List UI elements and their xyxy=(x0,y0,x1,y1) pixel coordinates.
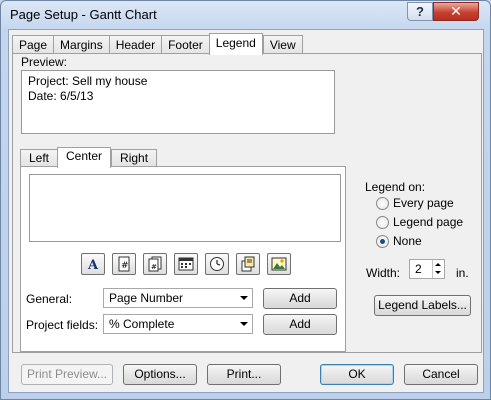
project-fields-select[interactable]: % Complete xyxy=(103,314,253,334)
radio-every-page-indicator[interactable] xyxy=(376,196,389,210)
tab-left[interactable]: Left xyxy=(20,149,58,167)
radio-legend-page-indicator[interactable] xyxy=(376,215,389,229)
insert-page-number-icon[interactable]: # xyxy=(112,253,136,275)
spinner-up-icon[interactable] xyxy=(435,263,441,266)
tab-margins[interactable]: Margins xyxy=(53,35,109,55)
legend-tab-panel: Preview: Project: Sell my house Date: 6/… xyxy=(12,53,482,353)
print-button[interactable]: Print... xyxy=(207,364,281,385)
general-add-button[interactable]: Add xyxy=(263,288,337,309)
tab-right[interactable]: Right xyxy=(111,149,158,167)
insert-current-time-icon[interactable] xyxy=(205,253,229,275)
preview-label: Preview: xyxy=(21,55,68,69)
dialog-body: Page Margins Header Footer Legend View P… xyxy=(8,29,484,393)
spinner-down-icon[interactable] xyxy=(435,271,441,274)
legend-on-label: Legend on: xyxy=(365,180,426,194)
preview-line-project: Project: Sell my house xyxy=(28,74,148,88)
width-value[interactable]: 2 xyxy=(415,262,422,276)
tab-page[interactable]: Page xyxy=(12,35,54,55)
project-fields-select-value: % Complete xyxy=(109,317,175,331)
radio-every-page-label: Every page xyxy=(393,196,454,210)
tab-center[interactable]: Center xyxy=(57,147,112,168)
cancel-button[interactable]: Cancel xyxy=(404,364,478,385)
insert-file-name-icon[interactable] xyxy=(236,253,260,275)
svg-text:#: # xyxy=(151,263,157,271)
width-spinner[interactable]: 2 xyxy=(409,259,445,279)
ok-button[interactable]: OK xyxy=(320,364,394,385)
general-select-value: Page Number xyxy=(109,291,184,305)
alignment-panel: A # # General: Page Number Add Project f… xyxy=(20,166,346,352)
insert-toolbar: A # # xyxy=(81,253,291,275)
legend-text-area[interactable] xyxy=(29,174,341,242)
general-select[interactable]: Page Number xyxy=(103,288,253,308)
close-button[interactable]: ✕ xyxy=(433,2,479,21)
spinner-buttons[interactable] xyxy=(432,260,444,278)
width-label: Width: xyxy=(366,266,401,280)
project-fields-label: Project fields: xyxy=(26,318,99,332)
chevron-down-icon xyxy=(240,296,248,300)
preview-line-date: Date: 6/5/13 xyxy=(28,89,94,103)
radio-none-label: None xyxy=(393,234,422,248)
chevron-down-icon xyxy=(240,322,248,326)
tab-header[interactable]: Header xyxy=(108,35,162,55)
radio-legend-page[interactable]: Legend page xyxy=(376,215,463,229)
dialog-title: Page Setup - Gantt Chart xyxy=(10,7,157,22)
general-label: General: xyxy=(26,292,73,306)
insert-current-date-icon[interactable] xyxy=(174,253,198,275)
radio-legend-page-label: Legend page xyxy=(393,215,464,229)
radio-every-page[interactable]: Every page xyxy=(376,196,454,210)
insert-total-pages-icon[interactable]: # xyxy=(143,253,167,275)
svg-text:#: # xyxy=(121,261,129,271)
preview-box: Project: Sell my house Date: 6/5/13 xyxy=(21,70,335,134)
tab-footer[interactable]: Footer xyxy=(161,35,209,55)
width-unit: in. xyxy=(456,266,469,280)
help-button[interactable]: ? xyxy=(407,2,433,21)
radio-none[interactable]: None xyxy=(376,234,422,248)
svg-text:A: A xyxy=(87,258,99,272)
tab-strip: Page Margins Header Footer Legend View xyxy=(12,33,303,55)
alignment-tab-strip: Left Center Right xyxy=(20,147,158,168)
print-preview-button[interactable]: Print Preview... xyxy=(21,364,113,385)
radio-none-indicator[interactable] xyxy=(376,234,389,248)
options-button[interactable]: Options... xyxy=(123,364,197,385)
legend-labels-button[interactable]: Legend Labels... xyxy=(374,295,471,316)
tab-legend[interactable]: Legend xyxy=(208,33,263,55)
format-text-font-icon[interactable]: A xyxy=(81,253,105,275)
tab-view[interactable]: View xyxy=(262,35,303,55)
title-bar: Page Setup - Gantt Chart ? ✕ xyxy=(1,1,490,29)
page-setup-dialog: Page Setup - Gantt Chart ? ✕ Page Margin… xyxy=(0,0,491,400)
project-fields-add-button[interactable]: Add xyxy=(263,314,337,335)
insert-picture-icon[interactable] xyxy=(267,253,291,275)
